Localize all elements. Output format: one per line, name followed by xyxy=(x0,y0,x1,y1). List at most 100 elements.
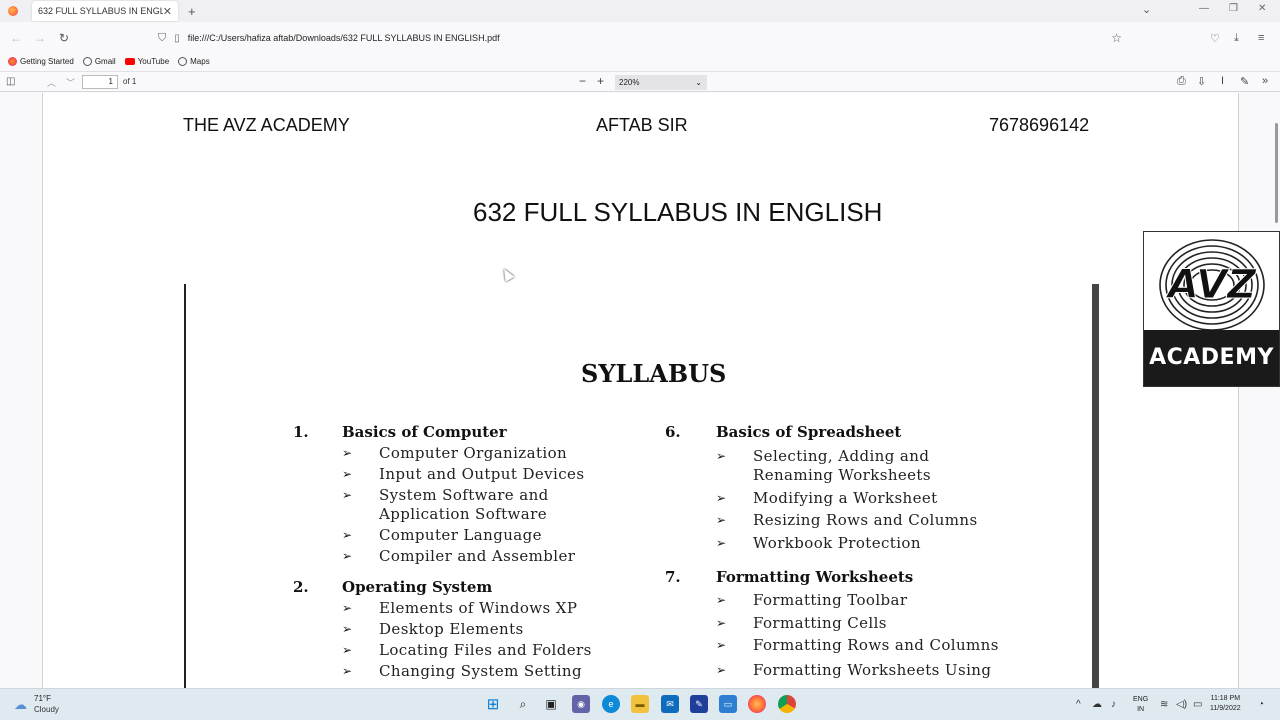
folder-icon[interactable]: ▬ xyxy=(631,695,649,713)
tab-bar: 632 FULL SYLLABUS IN ENGLISH.pdf ✕ + ⌄ —… xyxy=(0,0,1280,22)
header-teacher: AFTAB SIR xyxy=(596,115,688,135)
firefox-icon[interactable] xyxy=(748,695,766,713)
arrow-bullet-icon: ➢ xyxy=(342,643,353,657)
header-phone: 7678696142 xyxy=(989,115,1090,135)
edge-icon[interactable]: e xyxy=(602,695,620,713)
battery-icon[interactable]: ▭ xyxy=(1193,699,1202,710)
wifi-icon[interactable]: ≋ xyxy=(1160,699,1168,710)
arrow-bullet-icon: ➢ xyxy=(342,549,353,563)
list-item: Desktop Elements xyxy=(379,620,524,638)
weather-condition[interactable]: Cloudy xyxy=(34,705,59,714)
pdf-viewer[interactable]: THE AVZ ACADEMY AFTAB SIR 7678696142 632… xyxy=(0,93,1280,688)
search-icon[interactable]: ⌕ xyxy=(514,695,532,713)
section-number: 7. xyxy=(665,568,681,586)
section-title: Basics of Computer xyxy=(342,423,507,441)
new-tab-button[interactable]: + xyxy=(188,4,196,19)
bookmark-gmail[interactable]: Gmail xyxy=(82,56,116,66)
zoom-in-button[interactable]: + xyxy=(597,74,604,88)
section-title: Operating System xyxy=(342,578,493,596)
logo-academy-label: ACADEMY xyxy=(1144,330,1279,386)
url-bar[interactable]: ⛉ ▯ file:///C:/Users/hafiza aftab/Downlo… xyxy=(150,26,1130,50)
section-title: Basics of Spreadsheet xyxy=(716,423,902,441)
mail-icon[interactable]: ✉ xyxy=(661,695,679,713)
draw-icon[interactable]: ✎ xyxy=(1240,75,1249,88)
list-item: Formatting Worksheets Using xyxy=(753,661,992,679)
next-page-icon[interactable]: ﹀ xyxy=(66,76,75,89)
text-tool-icon[interactable]: Ι xyxy=(1221,75,1224,87)
zoom-out-button[interactable]: − xyxy=(579,74,586,88)
close-tab-icon[interactable]: ✕ xyxy=(163,5,172,18)
syllabus-box: SYLLABUS 1. Basics of Computer ➢ Compute… xyxy=(184,284,1099,688)
list-item: Locating Files and Folders xyxy=(379,641,592,659)
forward-button[interactable]: → xyxy=(28,31,52,45)
firefox-icon xyxy=(8,56,17,66)
list-item: Compiler and Assembler xyxy=(379,547,576,565)
page-number-input[interactable]: 1 xyxy=(82,75,118,89)
arrow-bullet-icon: ➢ xyxy=(342,528,353,542)
shield-icon[interactable]: ⛉ xyxy=(158,32,166,45)
chevron-down-icon: ⌄ xyxy=(695,78,702,87)
chrome-icon[interactable] xyxy=(778,695,796,713)
screen-icon[interactable]: ▭ xyxy=(719,695,737,713)
arrow-bullet-icon: ➢ xyxy=(342,488,353,502)
pocket-icon[interactable]: ♡ xyxy=(1210,32,1220,45)
print-icon[interactable]: ⎙ xyxy=(1177,75,1186,88)
bookmark-youtube[interactable]: YouTube xyxy=(124,57,169,66)
firefox-icon xyxy=(8,6,18,16)
clock-time: 11:18 PM xyxy=(1210,695,1241,702)
chat-icon[interactable]: ◉ xyxy=(572,695,590,713)
volume-icon[interactable]: ◁) xyxy=(1176,699,1187,710)
list-item: Selecting, Adding and xyxy=(753,447,930,465)
zoom-select[interactable]: 220% ⌄ xyxy=(615,75,707,90)
arrow-bullet-icon: ➢ xyxy=(716,491,727,505)
weather-temperature[interactable]: 71°F xyxy=(34,694,51,703)
clock[interactable]: 11:18 PM 11/9/2022 xyxy=(1210,694,1241,714)
section-title: Formatting Worksheets xyxy=(716,568,914,586)
list-item: Computer Language xyxy=(379,526,542,544)
close-window-button[interactable]: ✕ xyxy=(1258,3,1266,14)
arrow-bullet-icon: ➢ xyxy=(716,616,727,630)
list-item: System Software and xyxy=(379,486,549,504)
navigation-bar: ← → ↻ ⛉ ▯ file:///C:/Users/hafiza aftab/… xyxy=(0,24,1280,52)
microphone-icon[interactable]: ♪ xyxy=(1111,699,1116,710)
arrow-bullet-icon: ➢ xyxy=(716,513,727,527)
chevron-up-icon[interactable]: ^ xyxy=(1076,699,1081,710)
list-item: Modifying a Worksheet xyxy=(753,489,938,507)
minimize-button[interactable]: — xyxy=(1199,3,1209,14)
list-item: Workbook Protection xyxy=(753,534,921,552)
list-item: Application Software xyxy=(379,505,547,523)
youtube-icon xyxy=(124,57,135,65)
language-indicator[interactable]: ENG IN xyxy=(1133,695,1148,715)
sidebar-toggle-icon[interactable]: ◫ xyxy=(6,76,15,87)
previous-page-icon[interactable]: ︿ xyxy=(47,76,56,89)
download-icon[interactable]: ⤓ xyxy=(1234,32,1239,45)
academy-logo: AVZ ACADEMY xyxy=(1143,231,1280,387)
tab-active[interactable]: 632 FULL SYLLABUS IN ENGLISH.pdf ✕ xyxy=(32,1,178,21)
url-text[interactable]: file:///C:/Users/hafiza aftab/Downloads/… xyxy=(188,33,500,43)
menu-icon[interactable]: ≡ xyxy=(1258,32,1264,44)
scrollbar[interactable] xyxy=(1275,123,1278,223)
arrow-bullet-icon: ➢ xyxy=(716,663,727,677)
reload-button[interactable]: ↻ xyxy=(52,31,76,45)
bookmark-getting-started[interactable]: Getting Started xyxy=(8,56,74,66)
save-icon[interactable]: ⇩ xyxy=(1197,75,1206,88)
notification-icon[interactable]: ◔ xyxy=(1258,699,1264,710)
chevron-down-icon[interactable]: ⌄ xyxy=(1142,3,1151,16)
bookmark-maps[interactable]: Maps xyxy=(178,56,210,66)
editor-icon[interactable]: ✎ xyxy=(690,695,708,713)
arrow-bullet-icon: ➢ xyxy=(342,446,353,460)
list-item: Formatting Toolbar xyxy=(753,591,908,609)
restore-button[interactable]: ❐ xyxy=(1229,3,1238,14)
globe-icon xyxy=(82,56,92,66)
lang-bottom: IN xyxy=(1137,706,1145,713)
cloud-icon[interactable]: ☁ xyxy=(1092,699,1102,710)
tools-menu-icon[interactable]: » xyxy=(1262,75,1268,87)
arrow-bullet-icon: ➢ xyxy=(716,449,727,463)
pdf-toolbar: ◫ ︿ ﹀ 1 of 1 − + 220% ⌄ ⎙ ⇩ Ι ✎ » xyxy=(0,71,1280,92)
windows-start-icon[interactable]: ⊞ xyxy=(484,695,502,713)
cloud-icon[interactable]: ☁ xyxy=(14,697,27,713)
bookmark-star-icon[interactable]: ☆ xyxy=(1111,31,1122,45)
task-view-icon[interactable]: ▣ xyxy=(542,695,560,713)
windows-taskbar: ☁ 71°F Cloudy ⊞ ⌕ ▣ ◉ e ▬ ✉ ✎ ▭ ^ ☁ ♪ EN… xyxy=(0,688,1280,720)
back-button[interactable]: ← xyxy=(4,31,28,45)
